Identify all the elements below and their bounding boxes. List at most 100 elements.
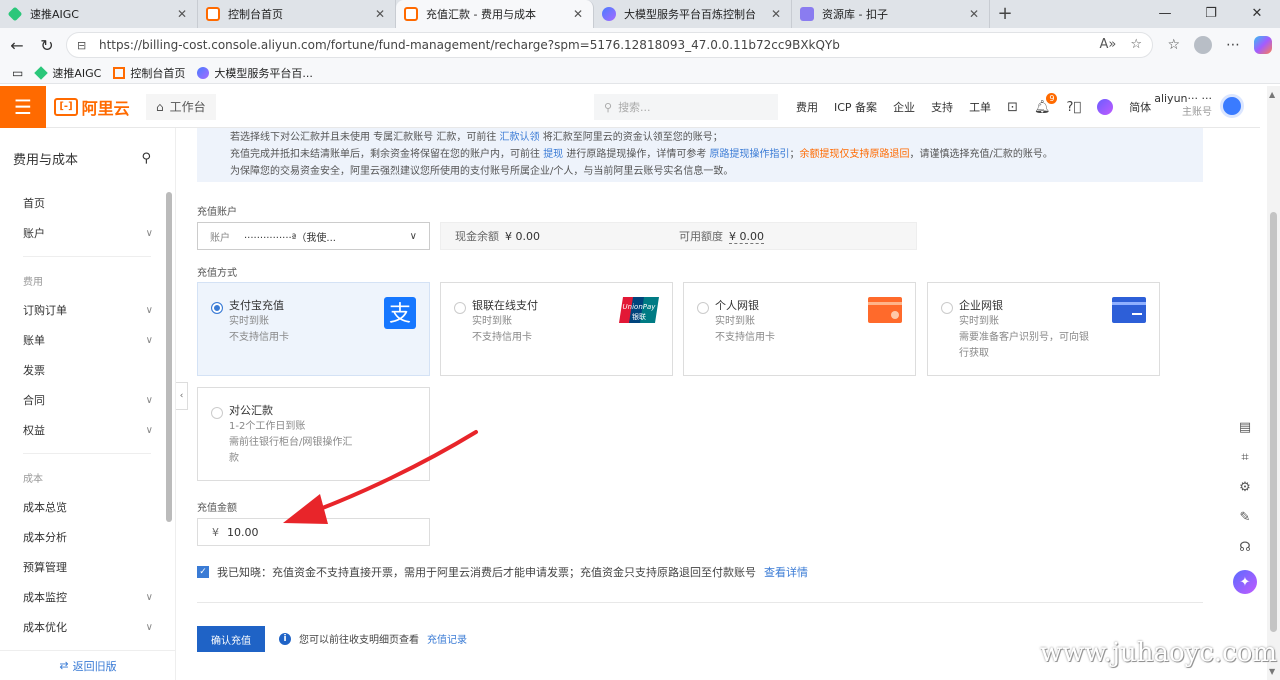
profile-avatar[interactable] [1194,36,1212,54]
floating-toolbar: ▤ ⌗ ⚙ ✎ ☊ ✦ [1230,420,1260,594]
confirm-recharge-button[interactable]: 确认充值 [197,626,265,652]
sidebar-item-cost-optimize[interactable]: 成本优化 ∨ [0,612,175,642]
sidebar-item-orders[interactable]: 订购订单 ∨ [0,295,175,325]
close-window-icon[interactable]: ✕ [1234,0,1280,28]
method-personal-bank[interactable]: 个人网银 实时到账 不支持信用卡 [683,282,916,376]
nav-ticket[interactable]: 工单 [969,99,991,115]
browser-tab[interactable]: 资源库 - 扣子 ✕ [792,0,990,28]
gear-icon[interactable]: ⚙ [1239,480,1251,495]
sidebar-item-bills[interactable]: 账单 ∨ [0,325,175,355]
sidebar-item-account[interactable]: 账户 ∨ [0,218,175,248]
help-icon[interactable]: ?⃝ [1066,100,1081,115]
sidebar-scrollbar[interactable] [166,192,172,522]
read-aloud-icon[interactable]: A» [1099,37,1116,52]
divider [23,453,151,454]
method-corporate-bank[interactable]: 企业网银 实时到账 需要准备客户识别号，可向银 行获取 [927,282,1160,376]
account-menu[interactable]: aliyun··· ··· 主账号 [1154,92,1244,120]
headset-icon[interactable]: ☊ [1239,540,1251,555]
remittance-claim-link[interactable]: 汇款认领 [500,132,540,143]
hamburger-menu-icon[interactable]: ☰ [0,85,46,128]
reload-icon[interactable]: ↻ [32,36,62,55]
favorite-star-icon[interactable]: ☆ [1130,37,1142,52]
terminal-icon[interactable]: ⊡ [1007,100,1018,115]
ai-assistant-icon[interactable] [1097,99,1114,115]
tab-close-icon[interactable]: ✕ [769,7,783,21]
document-icon[interactable]: ▤ [1239,420,1251,435]
browser-tab[interactable]: 大模型服务平台百炼控制台 ✕ [594,0,792,28]
radio[interactable] [211,407,223,419]
edit-icon[interactable]: ✎ [1240,510,1251,525]
account-avatar [1220,94,1244,118]
sidebar-item-cost-monitor[interactable]: 成本监控 ∨ [0,582,175,612]
url-field[interactable]: ⊟ https://billing-cost.console.aliyun.co… [66,32,1153,58]
tab-favicon-icon [7,6,23,22]
radio[interactable] [454,302,466,314]
browser-tab[interactable]: 控制台首页 ✕ [198,0,396,28]
radio[interactable] [697,302,709,314]
workbench-button[interactable]: ⌂ 工作台 [146,93,216,120]
browser-tab-strip: 速推AIGC ✕ 控制台首页 ✕ 充值汇款 - 费用与成本 ✕ 大模型服务平台百炼控制… [0,0,1280,28]
chevron-down-icon: ∨ [145,394,153,406]
maximize-icon[interactable]: ❐ [1188,0,1234,28]
sidebar-item-cost-overview[interactable]: 成本总览 [0,492,175,522]
nav-icp[interactable]: ICP 备案 [834,99,877,115]
method-alipay[interactable]: 支付宝充值 实时到账 不支持信用卡 支 [197,282,430,376]
sidebar-item-rights[interactable]: 权益 ∨ [0,415,175,445]
sidebar-collapse-icon[interactable]: ‹ [176,382,188,410]
browser-tab[interactable]: 速推AIGC ✕ [0,0,198,28]
search-input[interactable]: ⚲ 搜索... [594,94,778,120]
cash-balance: ¥ 0.00 [505,230,540,243]
favorites-icon[interactable]: ☆ [1167,37,1180,53]
code-icon[interactable]: ⌗ [1241,450,1248,465]
sidebar-item-contract[interactable]: 合同 ∨ [0,385,175,415]
scroll-thumb[interactable] [1270,212,1277,632]
site-info-icon[interactable]: ⊟ [77,39,93,52]
reading-view-icon[interactable]: ▭ [12,66,23,80]
bookmark-item[interactable]: 速推AIGC [34,65,101,81]
back-icon[interactable]: ← [2,36,32,55]
account-select[interactable]: 账户 ···············ª（我使... ∨ [197,222,430,250]
scroll-down-icon[interactable]: ▼ [1269,667,1275,676]
tab-close-icon[interactable]: ✕ [967,7,981,21]
recharge-record-link[interactable]: 充值记录 [427,631,467,646]
sidebar-item-budget[interactable]: 预算管理 [0,552,175,582]
withdraw-link[interactable]: 提现 [543,149,563,160]
sidebar-item-home[interactable]: 首页 [0,188,175,218]
tab-close-icon[interactable]: ✕ [373,7,387,21]
sidebar-item-invoice[interactable]: 发票 [0,355,175,385]
agreement-checkbox[interactable]: ✓ [197,566,209,578]
ai-sparkle-icon[interactable]: ✦ [1233,570,1257,594]
available-credit[interactable]: ¥ 0.00 [729,230,764,244]
more-menu-icon[interactable]: ⋯ [1226,37,1240,53]
sidebar-search-icon[interactable]: ⚲ [141,151,151,166]
sidebar-item-cost-analysis[interactable]: 成本分析 [0,522,175,552]
radio[interactable] [941,302,953,314]
back-to-old-version-link[interactable]: ⇄ 返回旧版 [0,650,176,680]
language-switch[interactable]: 简体 [1129,99,1151,115]
minimize-icon[interactable]: — [1142,0,1188,28]
new-tab-button[interactable]: + [990,0,1020,28]
copilot-icon[interactable] [1254,36,1272,54]
bookmark-item[interactable]: 大模型服务平台百... [197,65,313,81]
chevron-down-icon: ∨ [145,424,153,436]
nav-support[interactable]: 支持 [931,99,953,115]
view-details-link[interactable]: 查看详情 [764,564,808,580]
bell-icon[interactable]: 🔔︎ 9 [1034,92,1058,115]
aliyun-logo[interactable]: [-] 阿里云 [46,95,138,119]
page-scrollbar[interactable]: ▲ ▼ [1267,86,1280,680]
scroll-up-icon[interactable]: ▲ [1269,90,1275,99]
tab-close-icon[interactable]: ✕ [571,7,585,21]
amount-input[interactable]: ¥10.00 [197,518,430,546]
withdraw-guide-link[interactable]: 原路提现操作指引 [710,149,790,160]
browser-tab-active[interactable]: 充值汇款 - 费用与成本 ✕ [396,0,594,28]
window-controls: — ❐ ✕ [1142,0,1280,28]
method-corporate-transfer[interactable]: 对公汇款 1-2个工作日到账 需前往银行柜台/网银操作汇 款 [197,387,430,481]
radio-selected[interactable] [211,302,223,314]
nav-enterprise[interactable]: 企业 [893,99,915,115]
tab-close-icon[interactable]: ✕ [175,7,189,21]
nav-fee[interactable]: 费用 [796,99,818,115]
warning-text: 余额提现仅支持原路退回 [799,149,910,160]
bookmark-item[interactable]: 控制台首页 [113,65,185,81]
method-unionpay[interactable]: 银联在线支付 实时到账 不支持信用卡 UnionPay 银联 [440,282,673,376]
chevron-down-icon: ∨ [409,230,417,242]
